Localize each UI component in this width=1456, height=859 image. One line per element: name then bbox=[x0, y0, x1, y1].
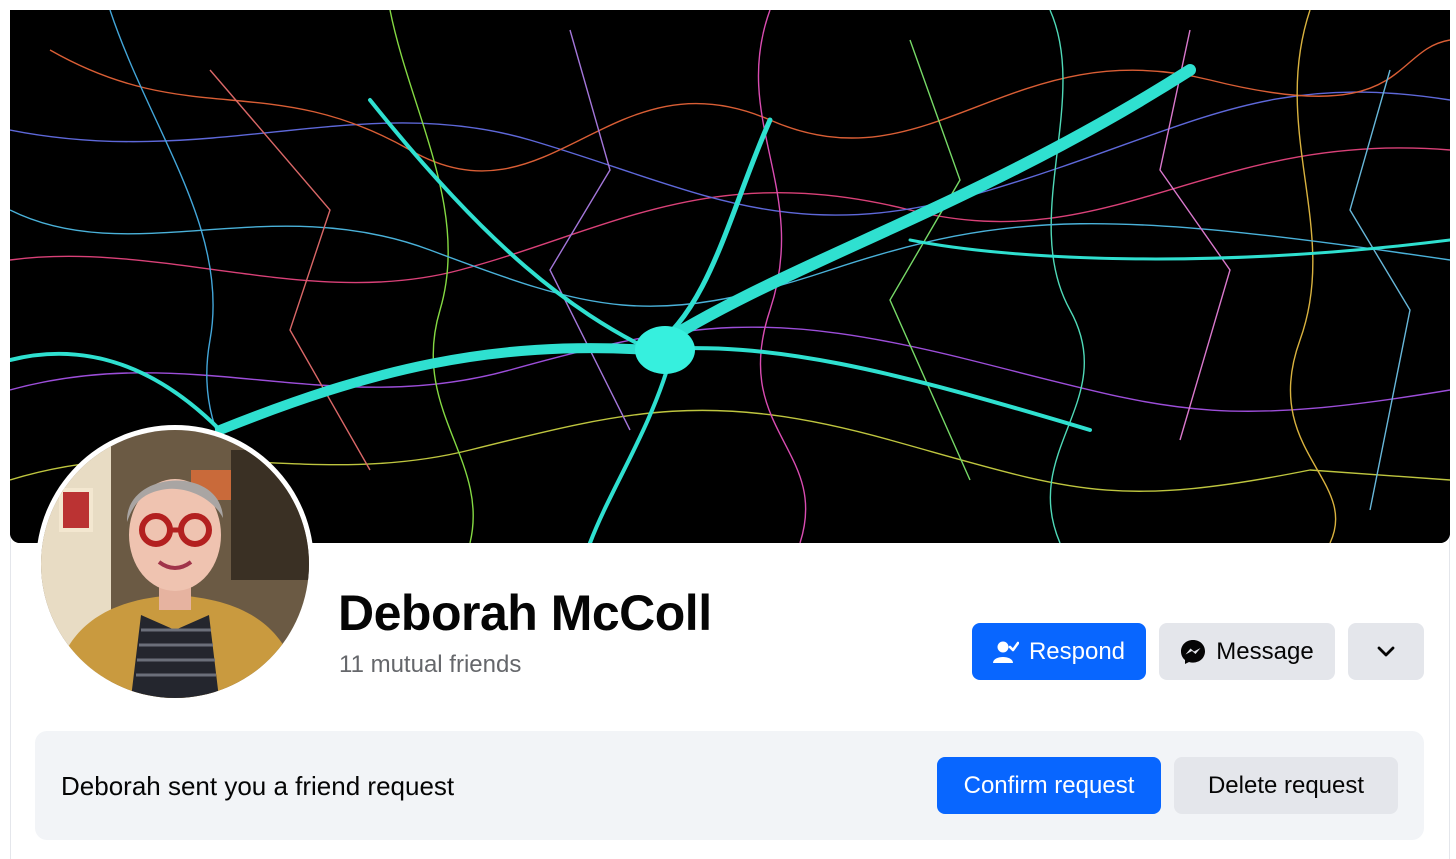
mutual-friends-link[interactable]: 11 mutual friends bbox=[339, 650, 521, 680]
friend-request-text: Deborah sent you a friend request bbox=[61, 771, 455, 801]
user-check-icon bbox=[992, 639, 1019, 665]
messenger-icon bbox=[1180, 639, 1206, 665]
respond-button[interactable]: Respond bbox=[972, 623, 1146, 680]
profile-avatar[interactable] bbox=[36, 425, 314, 703]
respond-label: Respond bbox=[1028, 637, 1126, 665]
delete-request-button[interactable]: Delete request bbox=[1174, 757, 1398, 814]
message-button[interactable]: Message bbox=[1159, 623, 1335, 680]
profile-photo bbox=[41, 430, 309, 698]
chevron-down-icon bbox=[1376, 645, 1396, 659]
message-label: Message bbox=[1216, 637, 1314, 665]
confirm-request-button[interactable]: Confirm request bbox=[937, 757, 1161, 814]
more-options-button[interactable] bbox=[1348, 623, 1424, 680]
profile-name: Deborah McColl bbox=[338, 585, 712, 641]
